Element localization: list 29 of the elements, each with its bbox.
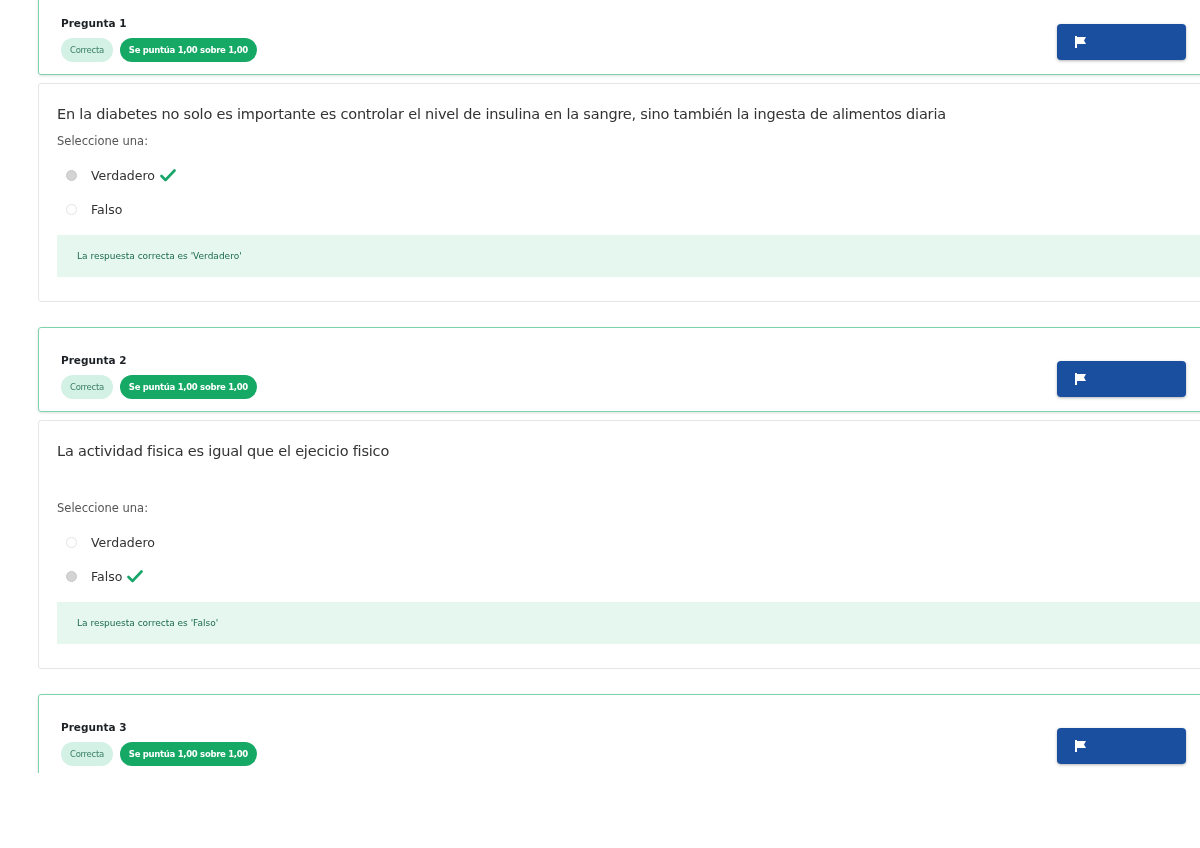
flag-icon [1073,739,1087,753]
radio-button[interactable] [66,536,77,548]
feedback-message: La respuesta correcta es 'Verdadero' [57,235,1200,277]
score-badge: Se puntúa 1,00 sobre 1,00 [119,375,257,399]
prompt-text: Seleccione una: [57,134,150,148]
question-number: Pregunta 1 [61,17,128,29]
question-text: En la diabetes no solo es importante es controlar el nivel de insulina en la sangre, sino también la ingesta de alimentos diaria [57,106,947,122]
radio-button[interactable] [66,169,77,181]
option-label[interactable]: Falso [91,568,123,584]
option-label[interactable]: Verdadero [91,534,155,550]
flag-icon [1073,35,1087,49]
flag-button[interactable] [1057,24,1186,60]
status-badge: Correcta [61,742,113,766]
question-number: Pregunta 2 [61,354,128,366]
flag-icon [1073,372,1087,386]
option-label[interactable]: Falso [91,201,123,217]
radio-button[interactable] [66,203,77,215]
option-label[interactable]: Verdadero [91,167,155,183]
question-text: La actividad fisica es igual que el ejecicio fisico [57,443,391,459]
flag-button[interactable] [1057,728,1186,764]
radio-button[interactable] [66,570,77,582]
score-badge: Se puntúa 1,00 sobre 1,00 [119,742,257,766]
feedback-message: La respuesta correcta es 'Falso' [57,602,1200,644]
score-badge: Se puntúa 1,00 sobre 1,00 [119,38,257,62]
question-number: Pregunta 3 [61,721,128,733]
prompt-text: Seleccione una: [57,501,150,515]
status-badge: Correcta [61,38,113,62]
status-badge: Correcta [61,375,113,399]
flag-button[interactable] [1057,361,1186,397]
